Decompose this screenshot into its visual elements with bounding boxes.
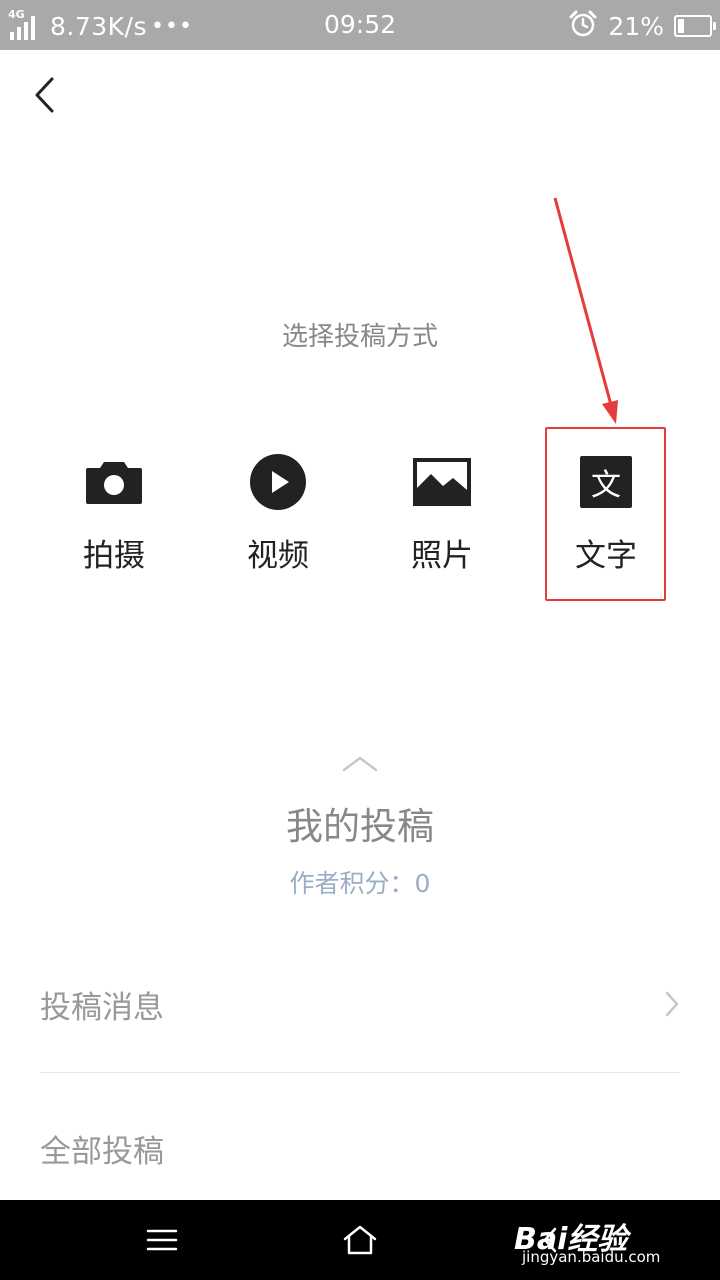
text-icon: 文 — [536, 450, 676, 514]
image-icon — [372, 450, 512, 514]
navigation-bar — [0, 1200, 720, 1280]
option-photo[interactable]: 照片 — [372, 450, 512, 575]
play-circle-icon — [208, 450, 348, 514]
battery-percent: 21% — [608, 11, 664, 41]
option-text[interactable]: 文 文字 — [536, 450, 676, 575]
status-right: 21% — [568, 8, 716, 44]
menu-icon — [146, 1229, 178, 1251]
status-bar: 4G 8.73K/s ••• 09:52 21% — [0, 0, 720, 50]
my-posts-title: 我的投稿 — [286, 805, 434, 848]
option-video[interactable]: 视频 — [208, 450, 348, 575]
chevron-up-icon — [342, 756, 378, 772]
option-shoot[interactable]: 拍摄 — [44, 450, 184, 575]
option-label: 拍摄 — [83, 538, 145, 574]
option-label: 文字 — [575, 538, 637, 574]
text-icon-glyph: 文 — [580, 456, 632, 508]
all-posts-row[interactable]: 全部投稿 — [40, 1126, 680, 1186]
nav-menu-button[interactable] — [137, 1220, 187, 1260]
nav-back-button[interactable] — [532, 1220, 582, 1260]
home-icon — [343, 1225, 377, 1255]
battery-icon — [674, 15, 716, 37]
choose-post-type-title: 选择投稿方式 — [281, 322, 438, 352]
chevron-left-icon — [35, 77, 54, 113]
post-messages-row[interactable]: 投稿消息 — [40, 982, 680, 1042]
divider — [40, 1072, 680, 1073]
row-label: 投稿消息 — [40, 990, 164, 1026]
back-button[interactable] — [22, 70, 66, 120]
option-label: 照片 — [411, 538, 473, 574]
annotation-arrow — [553, 197, 618, 424]
author-score: 作者积分：0 — [289, 869, 431, 898]
option-label: 视频 — [247, 538, 309, 574]
alarm-icon — [568, 9, 598, 43]
expand-chevron[interactable] — [340, 752, 380, 776]
nav-home-button[interactable] — [335, 1220, 385, 1260]
camera-icon — [44, 450, 184, 514]
row-label: 全部投稿 — [40, 1134, 164, 1170]
chevron-right-icon — [664, 990, 680, 1022]
back-icon — [543, 1227, 557, 1253]
